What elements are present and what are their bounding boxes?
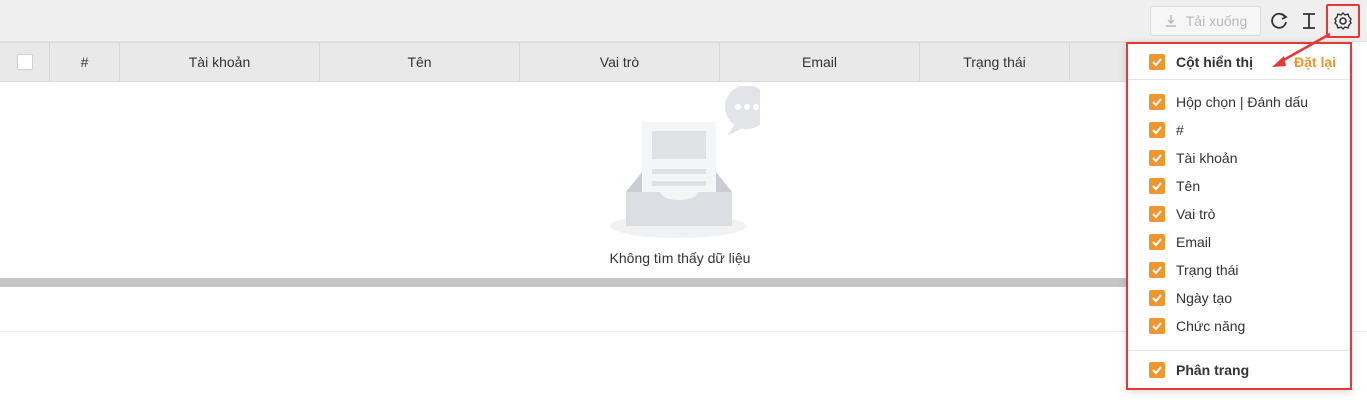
column-header-index[interactable]: # xyxy=(50,43,120,81)
check-icon xyxy=(1152,294,1162,303)
column-header-email[interactable]: Email xyxy=(720,43,920,81)
check-icon xyxy=(1152,322,1162,331)
gear-icon[interactable] xyxy=(1332,10,1354,32)
column-header-account[interactable]: Tài khoản xyxy=(120,43,320,81)
reset-button[interactable]: Đặt lại xyxy=(1294,54,1336,70)
check-icon xyxy=(1152,266,1162,275)
check-icon xyxy=(1152,182,1162,191)
show-columns-label: Cột hiển thị xyxy=(1176,54,1253,70)
check-icon xyxy=(1152,58,1162,67)
pagination-checkbox[interactable] xyxy=(1149,362,1165,378)
column-checkbox[interactable] xyxy=(1149,206,1165,222)
column-checkbox[interactable] xyxy=(1149,290,1165,306)
check-icon xyxy=(1152,126,1162,135)
check-icon xyxy=(1152,366,1162,375)
check-icon xyxy=(1152,154,1162,163)
panel-header: Cột hiển thị Đặt lại xyxy=(1128,44,1350,80)
column-header-status[interactable]: Trạng thái xyxy=(920,43,1070,81)
empty-message: Không tìm thấy dữ liệu xyxy=(609,250,751,266)
column-checkbox[interactable] xyxy=(1149,94,1165,110)
column-option-label: Trạng thái xyxy=(1176,262,1239,278)
download-label: Tải xuống xyxy=(1185,13,1248,29)
column-option-label: Ngày tạo xyxy=(1176,290,1233,306)
column-option-label: Email xyxy=(1176,234,1212,250)
horizontal-scrollbar[interactable] xyxy=(0,278,1128,287)
column-checkbox[interactable] xyxy=(1149,178,1165,194)
column-checkbox[interactable] xyxy=(1149,234,1165,250)
text-height-icon[interactable] xyxy=(1298,10,1320,32)
pagination-label: Phân trang xyxy=(1176,362,1250,378)
select-all-checkbox[interactable] xyxy=(16,54,33,70)
download-button[interactable]: Tải xuống xyxy=(1150,6,1261,36)
check-icon xyxy=(1152,98,1162,107)
column-option-label: Chức năng xyxy=(1176,318,1246,334)
column-checkbox[interactable] xyxy=(1149,122,1165,138)
select-all-cell[interactable] xyxy=(0,43,50,81)
column-checkbox[interactable] xyxy=(1149,318,1165,334)
column-option-label: Vai trò xyxy=(1176,206,1216,222)
column-option-label: # xyxy=(1176,122,1184,138)
empty-inbox-icon xyxy=(610,86,760,238)
column-header-name[interactable]: Tên xyxy=(320,43,520,81)
check-icon xyxy=(1152,210,1162,219)
column-checkbox[interactable] xyxy=(1149,262,1165,278)
refresh-icon[interactable] xyxy=(1268,10,1290,32)
show-columns-checkbox[interactable] xyxy=(1149,54,1165,70)
panel-divider xyxy=(1128,350,1350,351)
table-header: # Tài khoản Tên Vai trò Email Trạng thái xyxy=(0,42,1130,82)
column-header-role[interactable]: Vai trò xyxy=(520,43,720,81)
column-option-label: Hộp chọn | Đánh dấu xyxy=(1176,94,1309,110)
check-icon xyxy=(1152,238,1162,247)
download-icon xyxy=(1165,15,1176,27)
column-header-more xyxy=(1070,43,1130,81)
column-settings-panel: Cột hiển thị Đặt lại Hộp chọn | Đánh dấu… xyxy=(1126,42,1352,390)
column-checkbox[interactable] xyxy=(1149,150,1165,166)
toolbar: Tải xuống xyxy=(0,0,1367,42)
column-option-label: Tên xyxy=(1176,178,1201,194)
column-option-label: Tài khoản xyxy=(1176,150,1238,166)
